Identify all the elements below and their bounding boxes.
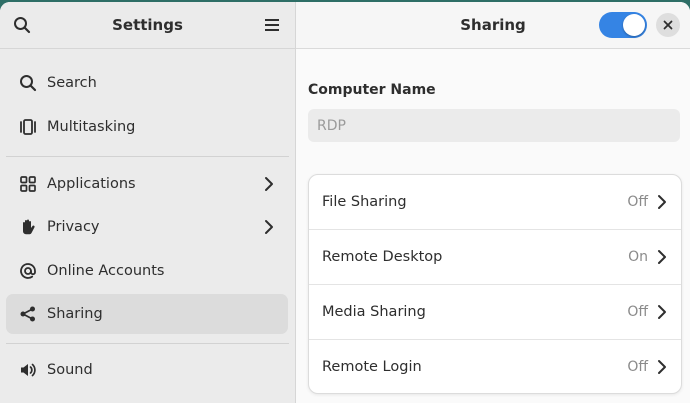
- main-header: Sharing: [296, 2, 690, 49]
- share-icon: [16, 302, 40, 326]
- main-panel: Sharing Computer Name File Sharing Off: [296, 2, 690, 403]
- sidebar-item-privacy[interactable]: Privacy: [6, 207, 288, 247]
- sidebar-item-search[interactable]: Search: [6, 63, 288, 103]
- sharing-services-list: File Sharing Off Remote Desktop On Media…: [308, 174, 682, 394]
- row-label: Remote Desktop: [322, 249, 443, 265]
- hamburger-menu-icon: [264, 18, 280, 32]
- search-icon: [16, 71, 40, 95]
- sidebar-item-label: Sound: [47, 362, 93, 378]
- chevron-right-icon: [264, 219, 274, 235]
- sidebar-item-label: Sharing: [47, 306, 103, 322]
- sidebar-header: Settings: [0, 2, 295, 49]
- row-label: File Sharing: [322, 194, 407, 210]
- row-label: Remote Login: [322, 359, 422, 375]
- sidebar-item-label: Search: [47, 75, 97, 91]
- row-remote-desktop[interactable]: Remote Desktop On: [309, 230, 681, 284]
- sidebar-item-multitasking[interactable]: Multitasking: [6, 107, 288, 147]
- row-file-sharing[interactable]: File Sharing Off: [309, 175, 681, 229]
- at-sign-icon: [16, 259, 40, 283]
- chevron-right-icon: [657, 359, 667, 375]
- multitasking-icon: [16, 115, 40, 139]
- sidebar: Settings Search Multitasking Application…: [0, 2, 296, 403]
- computer-name-label: Computer Name: [308, 82, 436, 98]
- sidebar-item-sharing[interactable]: Sharing: [6, 294, 288, 334]
- privacy-hand-icon: [16, 215, 40, 239]
- close-button[interactable]: [656, 13, 680, 37]
- row-media-sharing[interactable]: Media Sharing Off: [309, 285, 681, 339]
- sidebar-item-online-accounts[interactable]: Online Accounts: [6, 251, 288, 291]
- close-icon: [663, 20, 673, 30]
- settings-window: Settings Search Multitasking Application…: [0, 2, 690, 403]
- sidebar-title: Settings: [112, 16, 183, 34]
- sidebar-item-label: Multitasking: [47, 119, 136, 135]
- row-remote-login[interactable]: Remote Login Off: [309, 340, 681, 393]
- chevron-right-icon: [657, 194, 667, 210]
- sidebar-item-label: Online Accounts: [47, 263, 165, 279]
- sidebar-item-sound[interactable]: Sound: [6, 350, 288, 390]
- sharing-toggle-switch[interactable]: [599, 12, 647, 38]
- speaker-icon: [16, 358, 40, 382]
- sidebar-item-label: Applications: [47, 176, 136, 192]
- status-text: Off: [627, 359, 648, 375]
- row-label: Media Sharing: [322, 304, 426, 320]
- chevron-right-icon: [657, 304, 667, 320]
- chevron-right-icon: [657, 249, 667, 265]
- sidebar-item-applications[interactable]: Applications: [6, 164, 288, 204]
- status-text: On: [628, 249, 648, 265]
- main-menu-button[interactable]: [257, 10, 287, 40]
- chevron-right-icon: [264, 176, 274, 192]
- applications-icon: [16, 172, 40, 196]
- toggle-knob: [623, 14, 645, 36]
- status-text: Off: [627, 304, 648, 320]
- sidebar-item-label: Privacy: [47, 219, 100, 235]
- computer-name-field[interactable]: [308, 109, 680, 142]
- sidebar-separator: [6, 343, 289, 344]
- status-text: Off: [627, 194, 648, 210]
- sidebar-separator: [6, 156, 289, 157]
